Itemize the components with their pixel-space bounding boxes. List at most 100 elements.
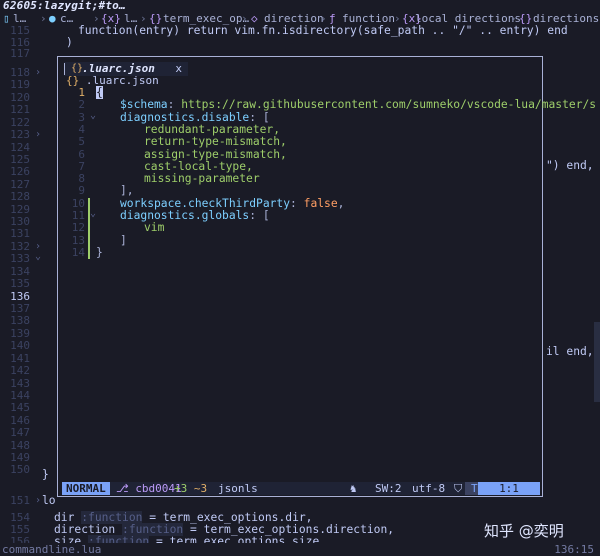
code-text: ], [120,184,134,198]
command-line[interactable]: commandline.lua 136:15 [0,543,600,556]
line-number: 126 [10,165,30,179]
cat-icon: ♞ [350,482,357,495]
json-boolean: false [303,196,338,210]
punctuation: : [167,98,182,112]
code-text: lo [42,494,56,507]
added-count: +3 [174,482,188,495]
line-number: 133 [10,252,30,266]
line-number: 130 [10,215,30,229]
json-string: https://raw.githubusercontent.com/sumnek… [181,98,597,112]
line-number: 14 [71,245,85,259]
fold-open-icon[interactable]: ⌄ [90,110,96,122]
mode-indicator: NORMAL [62,482,110,495]
line-number: 127 [10,177,30,191]
lsp-client: jsonls [218,482,258,495]
chevron-right-icon: › [40,12,47,25]
line-number: 121 [10,103,30,117]
code-text: { [96,86,103,99]
line-number: 144 [10,388,30,402]
git-diff-summary: +3 ~3 [174,482,207,495]
json-bracket: [ [262,110,270,124]
fold-chevron-icon[interactable]: › [35,129,41,141]
line-number: 131 [10,227,30,241]
json-key: diagnostics.disable [120,110,250,124]
json-bracket: [ [262,209,270,222]
code-text: function(entry) return vim.fn.isdirector… [78,24,568,37]
punctuation: : [290,196,304,210]
encoding: utf-8 [412,482,446,495]
floating-window[interactable]: {} .luarc.json x {} .luarc.json 1{2 $sche… [57,56,596,497]
folder-icon: ▯ [3,12,10,25]
code-text: } [96,245,103,259]
line-number: 139 [10,326,30,340]
line-number: 2 [78,98,85,112]
code-line: } [96,245,103,259]
line-number: 12 [71,221,85,235]
json-string: cast-local-type, [144,159,253,173]
scrollbar[interactable] [594,322,600,402]
line-number: 134 [10,264,30,278]
line-number: 148 [10,438,30,452]
code-line: function(entry) return vim.fn.isdirector… [78,25,568,37]
code-line: lo [42,495,56,507]
watermark: 知乎 @奕明 [484,522,564,540]
code-fragment: ") end, [546,159,594,172]
line-number: 119 [10,78,30,92]
code-line: ] [120,233,127,247]
json-icon: {} [66,74,80,87]
git-change-sign [88,197,90,260]
json-key: $schema [120,98,168,112]
fold-open-icon[interactable]: ⌄ [35,251,41,263]
breadcrumb-item[interactable]: c… [60,12,73,25]
code-text: ] [120,233,127,247]
line-number: 136 [10,289,30,303]
json-string: vim [144,221,165,235]
line-number: 125 [10,152,30,166]
modified-count: ~3 [193,482,208,495]
fold-chevron-icon[interactable]: › [35,495,41,507]
closing-brace: } [42,468,49,481]
cmdline-filename: commandline.lua [2,543,102,556]
cmdline-cursor-position: 136:15 [554,543,594,556]
json-string: missing-parameter [144,172,260,186]
terminal-title-bar: 62605:lazygit;#to… [0,0,600,12]
punctuation: , [337,196,345,210]
code-line: diagnostics.globals: [ [120,209,270,222]
line-number: 9 [78,184,85,198]
line-number: 151 [10,494,30,507]
shiftwidth: SW:2 [375,482,402,495]
line-number: 120 [10,90,30,104]
code-line: missing-parameter [144,172,260,186]
close-icon[interactable]: x [175,62,182,76]
code-line: vim [144,222,164,234]
punctuation: : [249,110,263,124]
fold-chevron-icon[interactable]: › [35,67,41,79]
line-number: 150 [10,463,30,477]
git-branch-icon: ⎇ [116,482,136,495]
json-string: redundant-parameter, [144,122,281,136]
line-number: 141 [10,351,30,365]
code-line: { [96,86,103,99]
line-number: 118 [10,66,30,79]
line-number: 5 [78,135,85,149]
cursor-location: 1:1 [478,482,540,495]
tab-indicator [64,63,65,75]
line-number: 6 [78,147,85,161]
code-fragment: il end, [546,345,594,358]
line-number: 149 [10,451,30,465]
line-number: 132 [10,239,30,253]
terminal-title: 62605:lazygit;#to… [3,0,126,12]
line-number: 146 [10,413,30,427]
line-number: 128 [10,190,30,204]
code-line: ) [66,36,73,49]
lua-file-icon: ● [49,12,56,25]
fold-open-icon[interactable]: ⌄ [90,208,96,220]
line-number: 138 [10,314,30,328]
json-key: workspace.checkThirdParty [120,196,291,210]
line-number: 117 [10,47,30,60]
linux-icon: ⛉ [454,482,463,495]
json-string: assign-type-mismatch, [144,147,287,161]
line-number: 143 [10,376,30,390]
line-number: 129 [10,202,30,216]
line-number: 145 [10,401,30,415]
